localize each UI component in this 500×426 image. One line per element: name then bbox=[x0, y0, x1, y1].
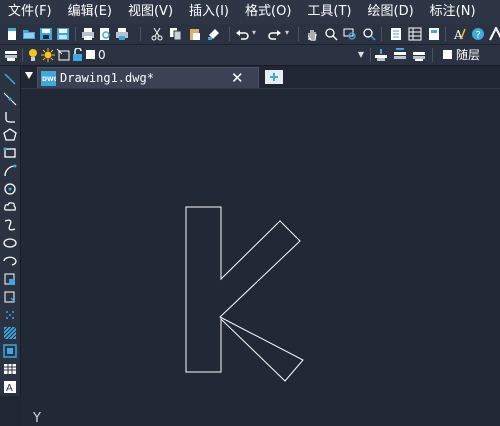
redo-dropdown-icon[interactable]: ▾ bbox=[285, 28, 289, 37]
layer-value: 0 bbox=[98, 48, 106, 62]
close-tab-icon[interactable]: ✕ bbox=[231, 69, 244, 87]
menu-bar: 文件(F) 编辑(E) 视图(V) 插入(I) 格式(O) 工具(T) 绘图(D… bbox=[0, 0, 500, 25]
undo-dropdown-icon[interactable]: ▾ bbox=[252, 28, 256, 37]
standard-toolbar: ▾ ▾ A ? bbox=[0, 24, 500, 45]
zoom-previous-icon[interactable] bbox=[362, 27, 376, 41]
layer-previous-icon[interactable] bbox=[393, 48, 407, 62]
color-control[interactable]: 随层 bbox=[438, 47, 500, 63]
drawing-canvas[interactable]: Y bbox=[21, 88, 500, 426]
arc-icon[interactable] bbox=[3, 164, 17, 178]
table-icon[interactable] bbox=[3, 362, 17, 376]
cut-icon[interactable] bbox=[150, 27, 164, 41]
polyline-icon[interactable] bbox=[3, 110, 17, 124]
tool-palettes-icon[interactable] bbox=[427, 27, 441, 41]
circle-icon[interactable] bbox=[3, 182, 17, 196]
match-properties-icon[interactable] bbox=[207, 27, 221, 41]
region-icon[interactable] bbox=[3, 344, 17, 358]
layer-thaw-sun-icon[interactable] bbox=[41, 48, 55, 62]
construction-line-icon[interactable] bbox=[3, 92, 17, 106]
menu-file[interactable]: 文件(F) bbox=[0, 0, 60, 24]
rectangle-icon[interactable] bbox=[3, 146, 17, 160]
layer-dropdown-arrow-icon: ▼ bbox=[357, 50, 364, 59]
menu-tools[interactable]: 工具(T) bbox=[299, 0, 359, 24]
polygon-icon[interactable] bbox=[3, 128, 17, 142]
color-control-value: 随层 bbox=[456, 48, 481, 62]
make-block-icon[interactable] bbox=[3, 290, 17, 304]
dwg-file-icon: DWG bbox=[41, 71, 56, 86]
zoom-window-icon[interactable] bbox=[343, 27, 357, 41]
text-style-icon[interactable]: A bbox=[452, 27, 466, 41]
pan-icon[interactable] bbox=[305, 27, 319, 41]
ucs-y-axis-label: Y bbox=[33, 411, 41, 426]
document-tab-strip: DWG Drawing1.dwg* ✕ bbox=[21, 66, 500, 89]
properties-icon[interactable] bbox=[389, 27, 403, 41]
revision-cloud-icon[interactable] bbox=[3, 200, 17, 214]
ellipse-icon[interactable] bbox=[3, 236, 17, 250]
insert-block-icon[interactable] bbox=[3, 272, 17, 286]
print-icon[interactable] bbox=[81, 27, 95, 41]
layer-on-bulb-icon[interactable] bbox=[26, 48, 40, 62]
new-tab-icon[interactable] bbox=[265, 70, 283, 84]
zoom-realtime-icon[interactable] bbox=[324, 27, 338, 41]
open-folder-icon[interactable] bbox=[22, 27, 36, 41]
tab-label: Drawing1.dwg* bbox=[60, 71, 154, 85]
menu-edit[interactable]: 编辑(E) bbox=[60, 0, 120, 24]
layer-manager-icon[interactable] bbox=[4, 48, 18, 62]
multiline-text-icon[interactable]: A bbox=[3, 380, 17, 394]
new-file-icon[interactable] bbox=[5, 27, 19, 41]
color-swatch bbox=[443, 50, 452, 59]
menu-insert[interactable]: 插入(I) bbox=[181, 0, 237, 24]
copy-icon[interactable] bbox=[169, 27, 183, 41]
layers-toolbar: 0 ▼ 随层 bbox=[0, 45, 500, 66]
document-menu-arrow-icon[interactable] bbox=[25, 72, 33, 79]
save-as-icon[interactable] bbox=[56, 27, 70, 41]
svg-text:A: A bbox=[6, 383, 13, 394]
make-current-layer-icon[interactable] bbox=[374, 48, 388, 62]
layer-dropdown[interactable]: 0 ▼ bbox=[86, 47, 368, 63]
app-logo-icon bbox=[489, 27, 500, 41]
plot-icon[interactable] bbox=[115, 27, 129, 41]
layer-states-icon[interactable] bbox=[412, 48, 426, 62]
drawing-svg bbox=[185, 206, 304, 382]
menu-format[interactable]: 格式(O) bbox=[237, 0, 299, 24]
save-icon[interactable] bbox=[39, 27, 53, 41]
point-icon[interactable] bbox=[3, 308, 17, 322]
layer-viewport-icon[interactable] bbox=[56, 48, 70, 62]
help-icon[interactable]: ? bbox=[471, 27, 485, 41]
redo-icon[interactable] bbox=[268, 27, 282, 41]
layer-unlock-icon[interactable] bbox=[70, 48, 84, 62]
layer-color-swatch bbox=[86, 50, 95, 59]
draw-toolbar: A bbox=[0, 66, 21, 396]
tab-drawing1[interactable]: DWG Drawing1.dwg* ✕ bbox=[37, 67, 259, 89]
menu-view[interactable]: 视图(V) bbox=[120, 0, 181, 24]
menu-draw[interactable]: 绘图(D) bbox=[360, 0, 422, 24]
paste-icon[interactable] bbox=[188, 27, 202, 41]
print-preview-icon[interactable] bbox=[98, 27, 112, 41]
undo-icon[interactable] bbox=[235, 27, 249, 41]
ellipse-arc-icon[interactable] bbox=[3, 254, 17, 268]
letter-k-outline[interactable] bbox=[185, 206, 304, 382]
design-center-icon[interactable] bbox=[408, 27, 422, 41]
svg-text:DWG: DWG bbox=[42, 76, 56, 83]
hatch-icon[interactable] bbox=[3, 326, 17, 340]
svg-text:?: ? bbox=[476, 30, 481, 41]
spline-icon[interactable] bbox=[3, 218, 17, 232]
menu-dimension[interactable]: 标注(N) bbox=[422, 0, 484, 24]
line-icon[interactable] bbox=[3, 72, 17, 86]
